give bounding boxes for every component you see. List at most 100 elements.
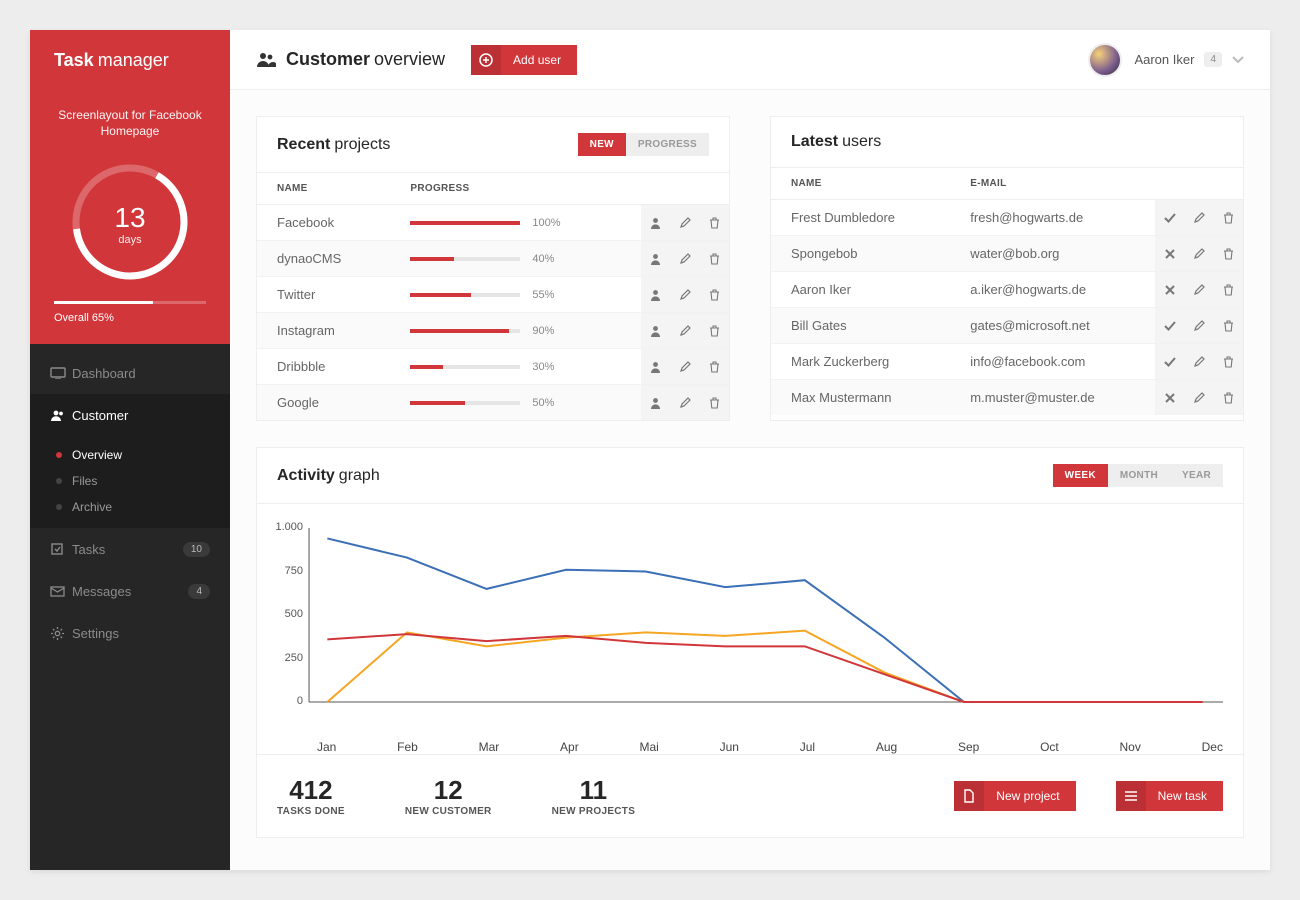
progress-bar [410,365,520,369]
recent-tab-progress[interactable]: PROGRESS [626,133,709,156]
stat-number: 11 [552,775,636,806]
gauge-value: 13 [114,202,145,233]
sidebar-sub-files[interactable]: Files [30,468,230,494]
check-icon[interactable] [1155,201,1184,235]
new-task-button[interactable]: New task [1116,781,1223,811]
user-row-name: Spongebob [771,236,950,272]
edit-icon[interactable] [1184,201,1213,235]
progress-bar [410,401,520,405]
gauge-unit: days [118,234,142,246]
edit-icon[interactable] [670,278,699,312]
trash-icon[interactable] [1214,309,1243,343]
user-icon[interactable] [641,206,670,240]
sidebar-sub-archive[interactable]: Archive [30,494,230,520]
edit-icon[interactable] [670,314,699,348]
stat: 412TASKS DONE [277,775,345,817]
project-name: Instagram [257,313,390,349]
trash-icon[interactable] [700,278,729,312]
col-name: NAME [257,173,390,205]
gauge: 13 days [54,157,206,287]
project-name: Twitter [257,277,390,313]
project-name: Facebook [257,205,390,241]
table-row: Twitter55% [257,277,729,313]
user-menu[interactable]: Aaron Iker 4 [1088,43,1244,77]
series-red [327,634,1202,702]
trash-icon[interactable] [1214,201,1243,235]
trash-icon[interactable] [700,350,729,384]
edit-icon[interactable] [670,386,699,420]
edit-icon[interactable] [670,350,699,384]
table-row: Spongebobwater@bob.org [771,236,1243,272]
new-project-button[interactable]: New project [954,781,1075,811]
check-icon[interactable] [1155,309,1184,343]
user-row-email: m.muster@muster.de [950,380,1155,416]
sidebar-item-tasks[interactable]: Tasks10 [30,528,230,570]
page-title-bold: Customer [286,49,370,69]
sidebar-item-customer[interactable]: Customer [30,394,230,436]
new-project-label: New project [996,789,1075,803]
progress-bar [410,221,520,225]
sidebar-item-settings[interactable]: Settings [30,612,230,654]
overall-label: Overall 65% [54,312,206,324]
y-tick: 1.000 [263,521,303,533]
dashboard-icon [50,367,72,379]
avatar [1088,43,1122,77]
x-icon[interactable] [1155,237,1184,271]
edit-icon[interactable] [1184,273,1213,307]
check-icon[interactable] [1155,345,1184,379]
trash-icon[interactable] [700,206,729,240]
file-icon [954,781,984,811]
x-tick: Apr [560,740,579,754]
x-tick: Mai [639,740,658,754]
edit-icon[interactable] [1184,309,1213,343]
trash-icon[interactable] [700,314,729,348]
edit-icon[interactable] [670,206,699,240]
project-name: Dribbble [257,349,390,385]
edit-icon[interactable] [1184,237,1213,271]
table-row: Aaron Ikera.iker@hogwarts.de [771,272,1243,308]
recent-title-bold: Recent [277,136,330,153]
user-icon[interactable] [641,278,670,312]
x-icon[interactable] [1155,381,1184,415]
trash-icon[interactable] [1214,237,1243,271]
customer-icon [50,409,72,422]
user-icon[interactable] [641,242,670,276]
add-user-button[interactable]: Add user [471,45,577,75]
user-badge: 4 [1204,52,1222,67]
activity-panel: Activitygraph WEEKMONTHYEAR 02505007501.… [256,447,1244,838]
add-user-label: Add user [513,53,577,67]
sidebar-sub-overview[interactable]: Overview [30,442,230,468]
trash-icon[interactable] [700,386,729,420]
brand: Task manager [30,30,230,90]
sidebar-item-messages[interactable]: Messages4 [30,570,230,612]
stat: 11NEW PROJECTS [552,775,636,817]
user-row-email: water@bob.org [950,236,1155,272]
trash-icon[interactable] [1214,345,1243,379]
user-icon[interactable] [641,350,670,384]
user-icon[interactable] [641,314,670,348]
recent-tab-new[interactable]: NEW [578,133,626,156]
user-name: Aaron Iker [1134,52,1194,67]
overall-bar [54,301,206,304]
x-icon[interactable] [1155,273,1184,307]
x-tick: Dec [1202,740,1223,754]
activity-tab-year[interactable]: YEAR [1170,464,1223,487]
sidebar-item-dashboard[interactable]: Dashboard [30,352,230,394]
trash-icon[interactable] [700,242,729,276]
table-row: Facebook100% [257,205,729,241]
progress-value: 40% [532,253,566,265]
activity-tab-week[interactable]: WEEK [1053,464,1108,487]
stat-number: 412 [277,775,345,806]
progress-value: 30% [532,361,566,373]
edit-icon[interactable] [1184,345,1213,379]
activity-title-bold: Activity [277,467,335,484]
trash-icon[interactable] [1214,381,1243,415]
edit-icon[interactable] [670,242,699,276]
x-tick: Oct [1040,740,1059,754]
trash-icon[interactable] [1214,273,1243,307]
user-row-name: Frest Dumbledore [771,200,950,236]
edit-icon[interactable] [1184,381,1213,415]
y-tick: 0 [263,695,303,707]
user-icon[interactable] [641,386,670,420]
activity-tab-month[interactable]: MONTH [1108,464,1170,487]
